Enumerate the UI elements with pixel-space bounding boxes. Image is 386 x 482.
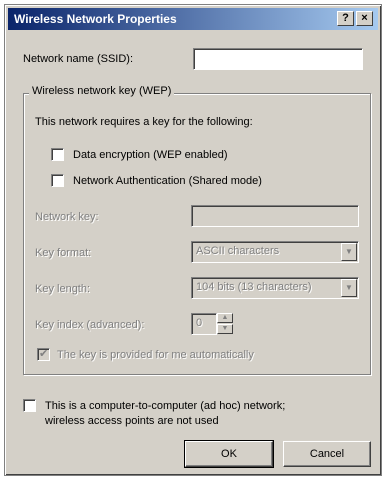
data-encryption-label: Data encryption (WEP enabled) xyxy=(73,149,228,161)
ssid-input[interactable] xyxy=(193,48,363,70)
chevron-down-icon[interactable]: ▼ xyxy=(341,279,357,297)
ssid-label: Network name (SSID): xyxy=(23,53,134,65)
network-auth-checkbox[interactable] xyxy=(51,174,64,187)
key-length-value: 104 bits (13 characters) xyxy=(196,281,312,293)
key-index-value: 0 xyxy=(196,317,203,329)
chevron-down-icon[interactable]: ▼ xyxy=(341,243,357,261)
auto-key-checkbox[interactable]: ✔ xyxy=(37,348,50,361)
close-icon: × xyxy=(361,12,368,24)
key-format-label: Key format: xyxy=(35,247,92,259)
window-title: Wireless Network Properties xyxy=(14,12,177,26)
spin-up-icon[interactable]: ▲ xyxy=(217,313,233,323)
network-auth-label: Network Authentication (Shared mode) xyxy=(73,175,262,187)
dialog-window: Wireless Network Properties ? × Network … xyxy=(4,4,382,476)
close-button[interactable]: × xyxy=(356,11,373,26)
adhoc-checkbox[interactable] xyxy=(23,399,36,412)
adhoc-label-line1: This is a computer-to-computer (ad hoc) … xyxy=(45,400,286,412)
key-length-label: Key length: xyxy=(35,283,91,295)
help-icon: ? xyxy=(342,12,349,24)
adhoc-label-line2: wireless access points are not used xyxy=(45,415,219,427)
spin-down-icon[interactable]: ▼ xyxy=(217,324,233,334)
wep-group-title: Wireless network key (WEP) xyxy=(29,85,175,97)
data-encryption-checkbox[interactable] xyxy=(51,148,64,161)
wep-intro-text: This network requires a key for the foll… xyxy=(35,116,253,128)
auto-key-label: The key is provided for me automatically xyxy=(57,349,254,361)
ok-button[interactable]: OK xyxy=(184,440,274,468)
key-format-value: ASCII characters xyxy=(196,245,280,257)
key-length-select[interactable]: 104 bits (13 characters) ▼ xyxy=(191,277,359,299)
key-index-label: Key index (advanced): xyxy=(35,319,145,331)
help-button[interactable]: ? xyxy=(337,11,354,26)
title-bar[interactable]: Wireless Network Properties ? × xyxy=(8,8,378,30)
network-key-label: Network key: xyxy=(35,211,99,223)
network-key-input[interactable] xyxy=(191,205,359,227)
check-icon: ✔ xyxy=(39,348,49,360)
key-format-select[interactable]: ASCII characters ▼ xyxy=(191,241,359,263)
cancel-button[interactable]: Cancel xyxy=(283,441,371,467)
key-index-input[interactable]: 0 xyxy=(191,313,217,335)
